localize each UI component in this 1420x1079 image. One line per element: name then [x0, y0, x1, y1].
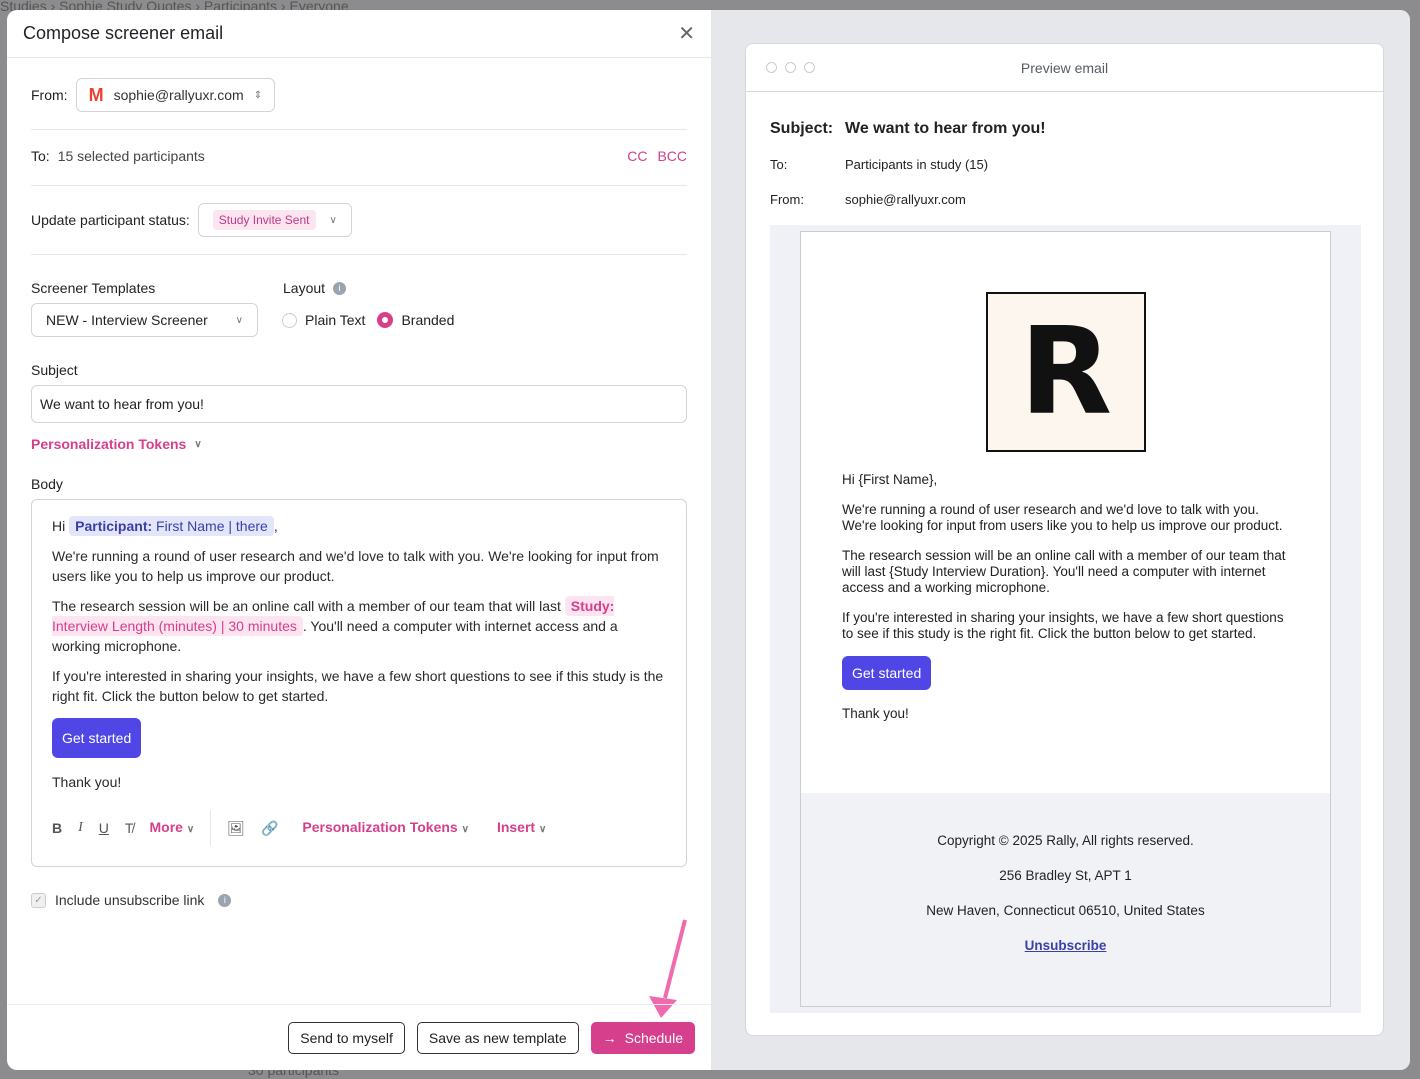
get-started-button[interactable]: Get started [52, 718, 142, 758]
status-label: Update participant status: [31, 212, 190, 228]
updown-icon: ⇕ [253, 89, 263, 101]
from-label: From: [31, 87, 68, 103]
from-value: sophie@rallyuxr.com [845, 192, 966, 207]
status-select[interactable]: Study Invite Sent ∨ [197, 203, 352, 237]
subject-value: We want to hear from you! [40, 396, 204, 412]
compose-modal: Compose screener email ✕ From: M sophie@… [7, 10, 1410, 1070]
email-footer: Copyright © 2025 Rally, All rights reser… [801, 793, 1330, 1006]
address-line: 256 Bradley St, APT 1 [999, 868, 1132, 883]
layout-label: Layout [283, 280, 326, 296]
templates-select[interactable]: NEW - Interview Screener ∨ [31, 303, 258, 337]
copyright: Copyright © 2025 Rally, All rights reser… [937, 833, 1194, 848]
more-menu[interactable]: More ∨ [149, 817, 194, 840]
to-value: 15 selected participants [57, 148, 205, 164]
arrow-right-icon: → [602, 1029, 617, 1046]
to-label: To: [770, 157, 788, 172]
preview-pane: Preview email Subject: We want to hear fr… [712, 10, 1410, 1070]
body-paragraph: We're running a round of user research a… [52, 548, 659, 584]
rally-logo: R [986, 292, 1146, 452]
annotation-arrow-icon [649, 919, 687, 1018]
subject-label: Subject: [770, 120, 834, 137]
editor-toolbar: B I U T̸ More ∨ 🖼 🔗 Personalization Toke… [52, 810, 546, 846]
bold-icon[interactable]: B [52, 818, 62, 838]
email-paragraph: We're running a round of user research a… [842, 502, 1283, 533]
image-icon[interactable]: 🖼 [227, 818, 245, 838]
underline-icon[interactable]: U [99, 818, 109, 838]
from-label: From: [770, 192, 804, 207]
clear-format-icon[interactable]: T̸ [125, 818, 134, 838]
unsubscribe-link[interactable]: Unsubscribe [801, 938, 1330, 953]
window-dots-icon [766, 62, 815, 73]
compose-pane: Compose screener email ✕ From: M sophie@… [7, 10, 712, 1070]
subject-input[interactable]: We want to hear from you! [31, 385, 687, 423]
insert-menu[interactable]: Insert ∨ [497, 817, 546, 840]
subject-value: We want to hear from you! [845, 120, 1046, 137]
checkbox[interactable]: ✓ [31, 892, 46, 908]
body-paragraph: The research session will be an online c… [52, 596, 618, 654]
personalization-tokens-link[interactable]: Personalization Tokens ∨ [31, 436, 687, 452]
radio-label: Branded [401, 312, 455, 328]
body-paragraph: If you're interested in sharing your ins… [52, 668, 664, 704]
bcc-button[interactable]: BCC [657, 148, 687, 164]
greeting: Hi [52, 518, 66, 534]
modal-title: Compose screener email [23, 23, 224, 43]
link-icon[interactable]: 🔗 [261, 818, 278, 838]
unsubscribe-label: Include unsubscribe link [55, 892, 205, 908]
address-line: New Haven, Connecticut 06510, United Sta… [926, 903, 1205, 918]
cc-button[interactable]: CC [627, 148, 647, 164]
body-editor[interactable]: Hi Participant: First Name | there, We'r… [31, 499, 687, 867]
unsubscribe-checkbox-row[interactable]: ✓ Include unsubscribe link i [31, 892, 687, 908]
templates-label: Screener Templates [31, 280, 156, 296]
chevron-down-icon: ∨ [329, 214, 337, 226]
subject-label: Subject [31, 362, 78, 378]
preview-title: Preview email [1020, 59, 1109, 76]
tokens-menu[interactable]: Personalization Tokens ∨ [302, 817, 469, 840]
thanks-text: Thank you! [842, 706, 909, 721]
radio-branded[interactable]: Branded [377, 312, 454, 328]
italic-icon[interactable]: I [78, 818, 83, 838]
templates-value: NEW - Interview Screener [46, 312, 208, 328]
participant-token[interactable]: Participant: First Name | there [69, 516, 274, 536]
radio-label: Plain Text [305, 312, 366, 328]
save-template-button[interactable]: Save as new template [416, 1021, 579, 1054]
greeting: Hi {First Name}, [842, 472, 938, 487]
gmail-icon: M [88, 84, 104, 105]
chevron-down-icon: ∨ [194, 438, 202, 450]
tokens-label: Personalization Tokens [31, 436, 187, 452]
preview-card: Preview email Subject: We want to hear fr… [745, 43, 1384, 1036]
email-paragraph: If you're interested in sharing your ins… [842, 610, 1284, 641]
schedule-button[interactable]: → Schedule [590, 1021, 695, 1054]
body-label: Body [31, 476, 63, 492]
thanks-text: Thank you! [52, 774, 122, 790]
get-started-button[interactable]: Get started [842, 656, 932, 690]
chevron-down-icon: ∨ [235, 314, 243, 326]
email-paragraph: The research session will be an online c… [842, 548, 1286, 595]
radio-plain-text[interactable]: Plain Text [282, 312, 365, 328]
from-select[interactable]: M sophie@rallyuxr.com ⇕ [75, 78, 276, 112]
status-badge: Study Invite Sent [212, 210, 316, 230]
from-value: sophie@rallyuxr.com [113, 87, 244, 103]
compose-footer: Send to myself Save as new template → Sch… [7, 1004, 711, 1070]
info-icon: i [218, 893, 232, 907]
to-label: To: [31, 148, 50, 164]
send-to-myself-button[interactable]: Send to myself [288, 1021, 405, 1054]
to-value: Participants in study (15) [845, 157, 989, 172]
info-icon: i [333, 281, 347, 295]
close-icon[interactable]: ✕ [678, 21, 695, 46]
email-body-preview: R Hi {First Name}, We're running a round… [800, 231, 1331, 1007]
